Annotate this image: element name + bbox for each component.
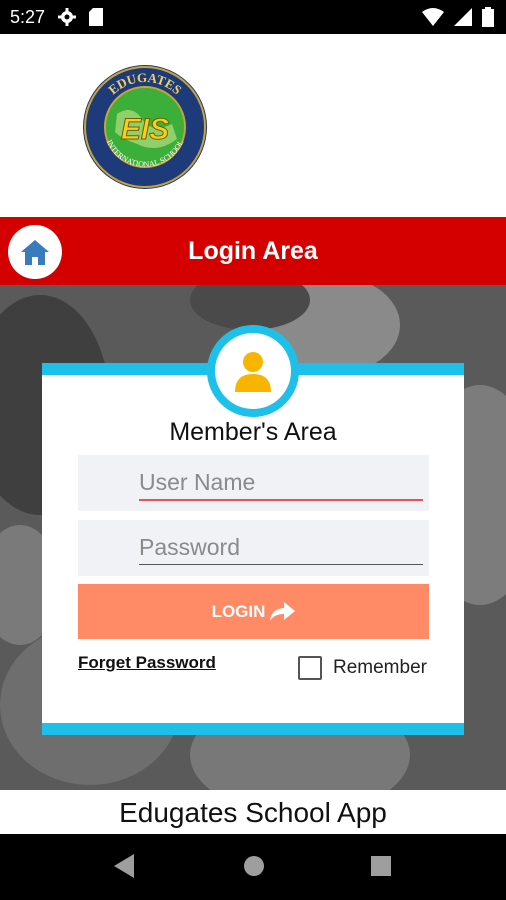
settings-gear-icon <box>57 7 77 27</box>
login-button[interactable]: LOGIN <box>78 584 429 639</box>
navigation-bar <box>0 834 506 900</box>
card-title: Member's Area <box>169 418 337 446</box>
password-underline <box>139 564 423 565</box>
title-bar: Login Area <box>0 217 506 285</box>
home-circle-icon[interactable] <box>243 854 265 883</box>
status-time: 5:27 <box>10 6 46 27</box>
back-icon[interactable] <box>114 854 136 883</box>
password-field[interactable] <box>78 520 429 576</box>
recents-icon[interactable] <box>370 854 392 883</box>
forgot-password-link[interactable]: Forget Password <box>78 653 216 673</box>
status-icons <box>422 7 494 32</box>
user-icon <box>235 352 271 392</box>
page-title: Login Area <box>188 237 318 265</box>
status-bar: 5:27 <box>0 0 506 34</box>
app-footer: Edugates School App <box>0 790 506 834</box>
signal-icon <box>454 8 472 31</box>
wifi-icon <box>422 8 444 31</box>
logo-text-mid: EIS <box>121 113 169 146</box>
school-logo: EDUGATES INTERNATIONAL SCHOOL EIS <box>83 65 207 189</box>
username-underline <box>139 499 423 501</box>
login-button-label: LOGIN <box>211 601 266 621</box>
username-field[interactable] <box>78 455 429 511</box>
logo-area: EDUGATES INTERNATIONAL SCHOOL EIS <box>0 34 506 217</box>
username-input[interactable] <box>139 465 423 499</box>
avatar <box>207 325 299 417</box>
remember-checkbox[interactable] <box>298 656 322 680</box>
remember-label: Remember <box>333 657 427 678</box>
share-arrow-icon <box>270 601 296 621</box>
battery-icon <box>482 7 494 32</box>
password-input[interactable] <box>139 530 423 564</box>
sd-card-icon <box>89 8 104 26</box>
